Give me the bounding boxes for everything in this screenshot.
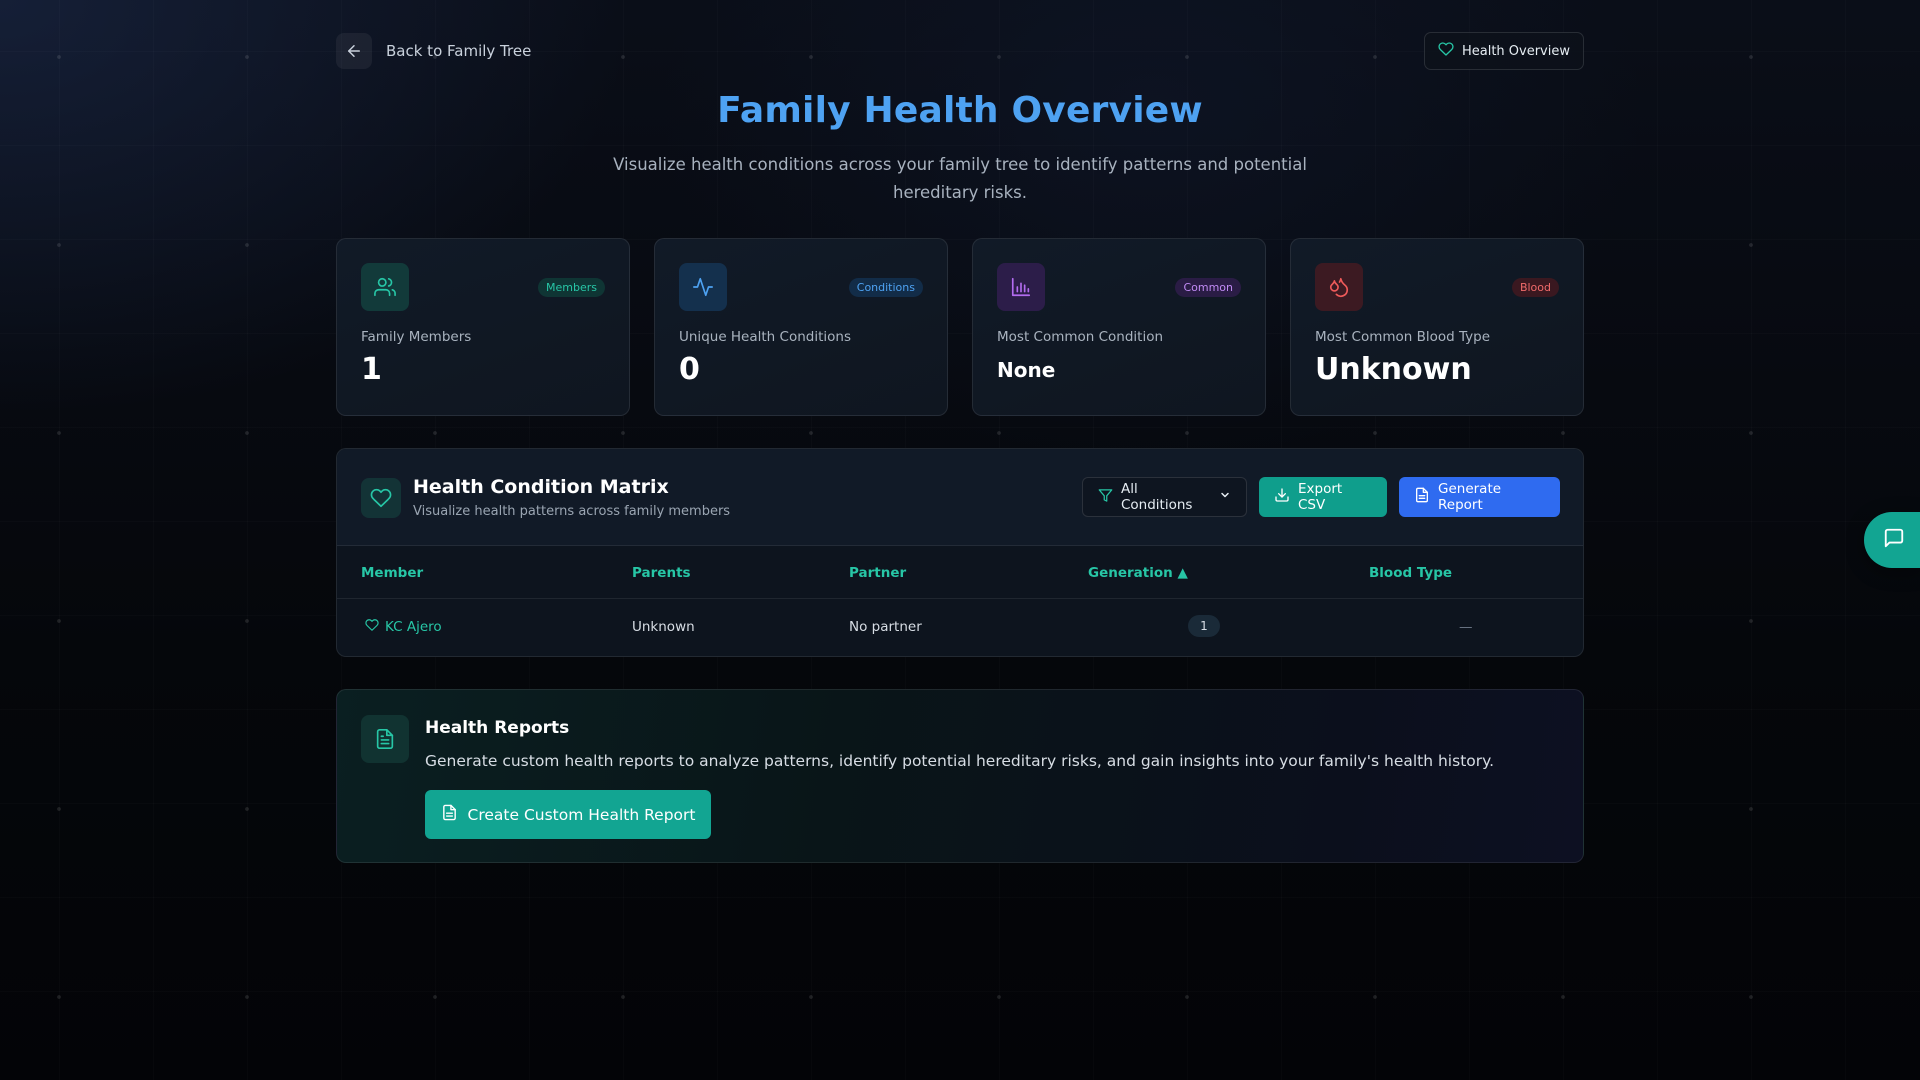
heart-icon: [361, 478, 401, 518]
export-csv-button[interactable]: Export CSV: [1259, 477, 1387, 517]
back-label: Back to Family Tree: [386, 42, 532, 60]
column-header-blood-type[interactable]: Blood Type: [1369, 565, 1452, 581]
member-name: KC Ajero: [385, 619, 442, 635]
page-title: Family Health Overview: [717, 90, 1203, 131]
chat-button[interactable]: [1864, 512, 1920, 568]
stat-card-most-common-condition: Common Most Common Condition None: [972, 238, 1266, 416]
health-reports-section: Health Reports Generate custom health re…: [336, 689, 1584, 863]
filter-label: All Conditions: [1121, 481, 1193, 513]
stat-card-unique-conditions: Conditions Unique Health Conditions 0: [654, 238, 948, 416]
heart-icon: [1438, 41, 1454, 61]
create-custom-report-button[interactable]: Create Custom Health Report: [425, 790, 711, 839]
table-row[interactable]: KC Ajero Unknown No partner 1 —: [337, 599, 1583, 655]
download-icon: [1274, 487, 1290, 507]
matrix-table-header: Member Parents Partner Generation ▲ Bloo…: [337, 546, 1583, 599]
stat-value: None: [997, 358, 1056, 382]
blood-type-cell: —: [1459, 619, 1473, 635]
stat-label: Most Common Condition: [997, 329, 1164, 345]
stat-value: Unknown: [1315, 352, 1472, 387]
matrix-title: Health Condition Matrix: [413, 476, 669, 498]
stat-tag: Conditions: [848, 278, 923, 297]
stat-tag: Blood: [1511, 278, 1559, 297]
column-header-member[interactable]: Member: [361, 565, 423, 581]
conditions-filter-dropdown[interactable]: All Conditions: [1082, 477, 1247, 517]
matrix-subtitle: Visualize health patterns across family …: [413, 504, 731, 519]
file-text-icon: [361, 715, 409, 763]
stat-tag: Members: [538, 278, 605, 297]
stat-value: 1: [361, 352, 382, 387]
column-header-parents[interactable]: Parents: [632, 565, 691, 581]
reports-description: Generate custom health reports to analyz…: [425, 752, 1495, 770]
message-square-icon: [1883, 527, 1905, 553]
stat-label: Most Common Blood Type: [1315, 329, 1491, 345]
column-header-generation[interactable]: Generation ▲: [1088, 565, 1188, 581]
back-to-family-tree-button[interactable]: Back to Family Tree: [336, 33, 531, 69]
filter-icon: [1098, 488, 1113, 507]
cta-label: Create Custom Health Report: [467, 805, 696, 824]
file-text-icon: [1414, 487, 1430, 507]
partner-cell: No partner: [849, 619, 922, 635]
stat-card-family-members: Members Family Members 1: [336, 238, 630, 416]
stat-tag: Common: [1175, 278, 1241, 297]
stat-label: Family Members: [361, 329, 472, 345]
matrix-header: Health Condition Matrix Visualize health…: [337, 449, 1583, 546]
export-label: Export CSV: [1298, 481, 1343, 513]
activity-icon: [679, 263, 727, 311]
heart-icon: [365, 618, 379, 636]
stats-cards: Members Family Members 1 Conditions Uniq…: [336, 238, 1584, 416]
stat-label: Unique Health Conditions: [679, 329, 851, 345]
generate-report-button[interactable]: Generate Report: [1399, 477, 1560, 517]
health-condition-matrix: Health Condition Matrix Visualize health…: [336, 448, 1584, 657]
parents-cell: Unknown: [632, 619, 695, 635]
file-text-icon: [441, 804, 458, 825]
member-cell[interactable]: KC Ajero: [365, 618, 442, 636]
stat-card-blood-type: Blood Most Common Blood Type Unknown: [1290, 238, 1584, 416]
chevron-down-icon: [1219, 489, 1231, 505]
stat-value: 0: [679, 352, 700, 387]
arrow-left-icon: [336, 33, 372, 69]
bar-chart-icon: [997, 263, 1045, 311]
reports-title: Health Reports: [425, 718, 570, 738]
badge-label: Health Overview: [1461, 43, 1570, 59]
page-subtitle: Visualize health conditions across your …: [613, 155, 1307, 202]
generation-badge: 1: [1188, 615, 1220, 637]
users-icon: [361, 263, 409, 311]
health-overview-badge[interactable]: Health Overview: [1423, 32, 1584, 70]
report-label: Generate Report: [1438, 481, 1502, 513]
droplet-icon: [1315, 263, 1363, 311]
column-header-partner[interactable]: Partner: [849, 565, 906, 581]
